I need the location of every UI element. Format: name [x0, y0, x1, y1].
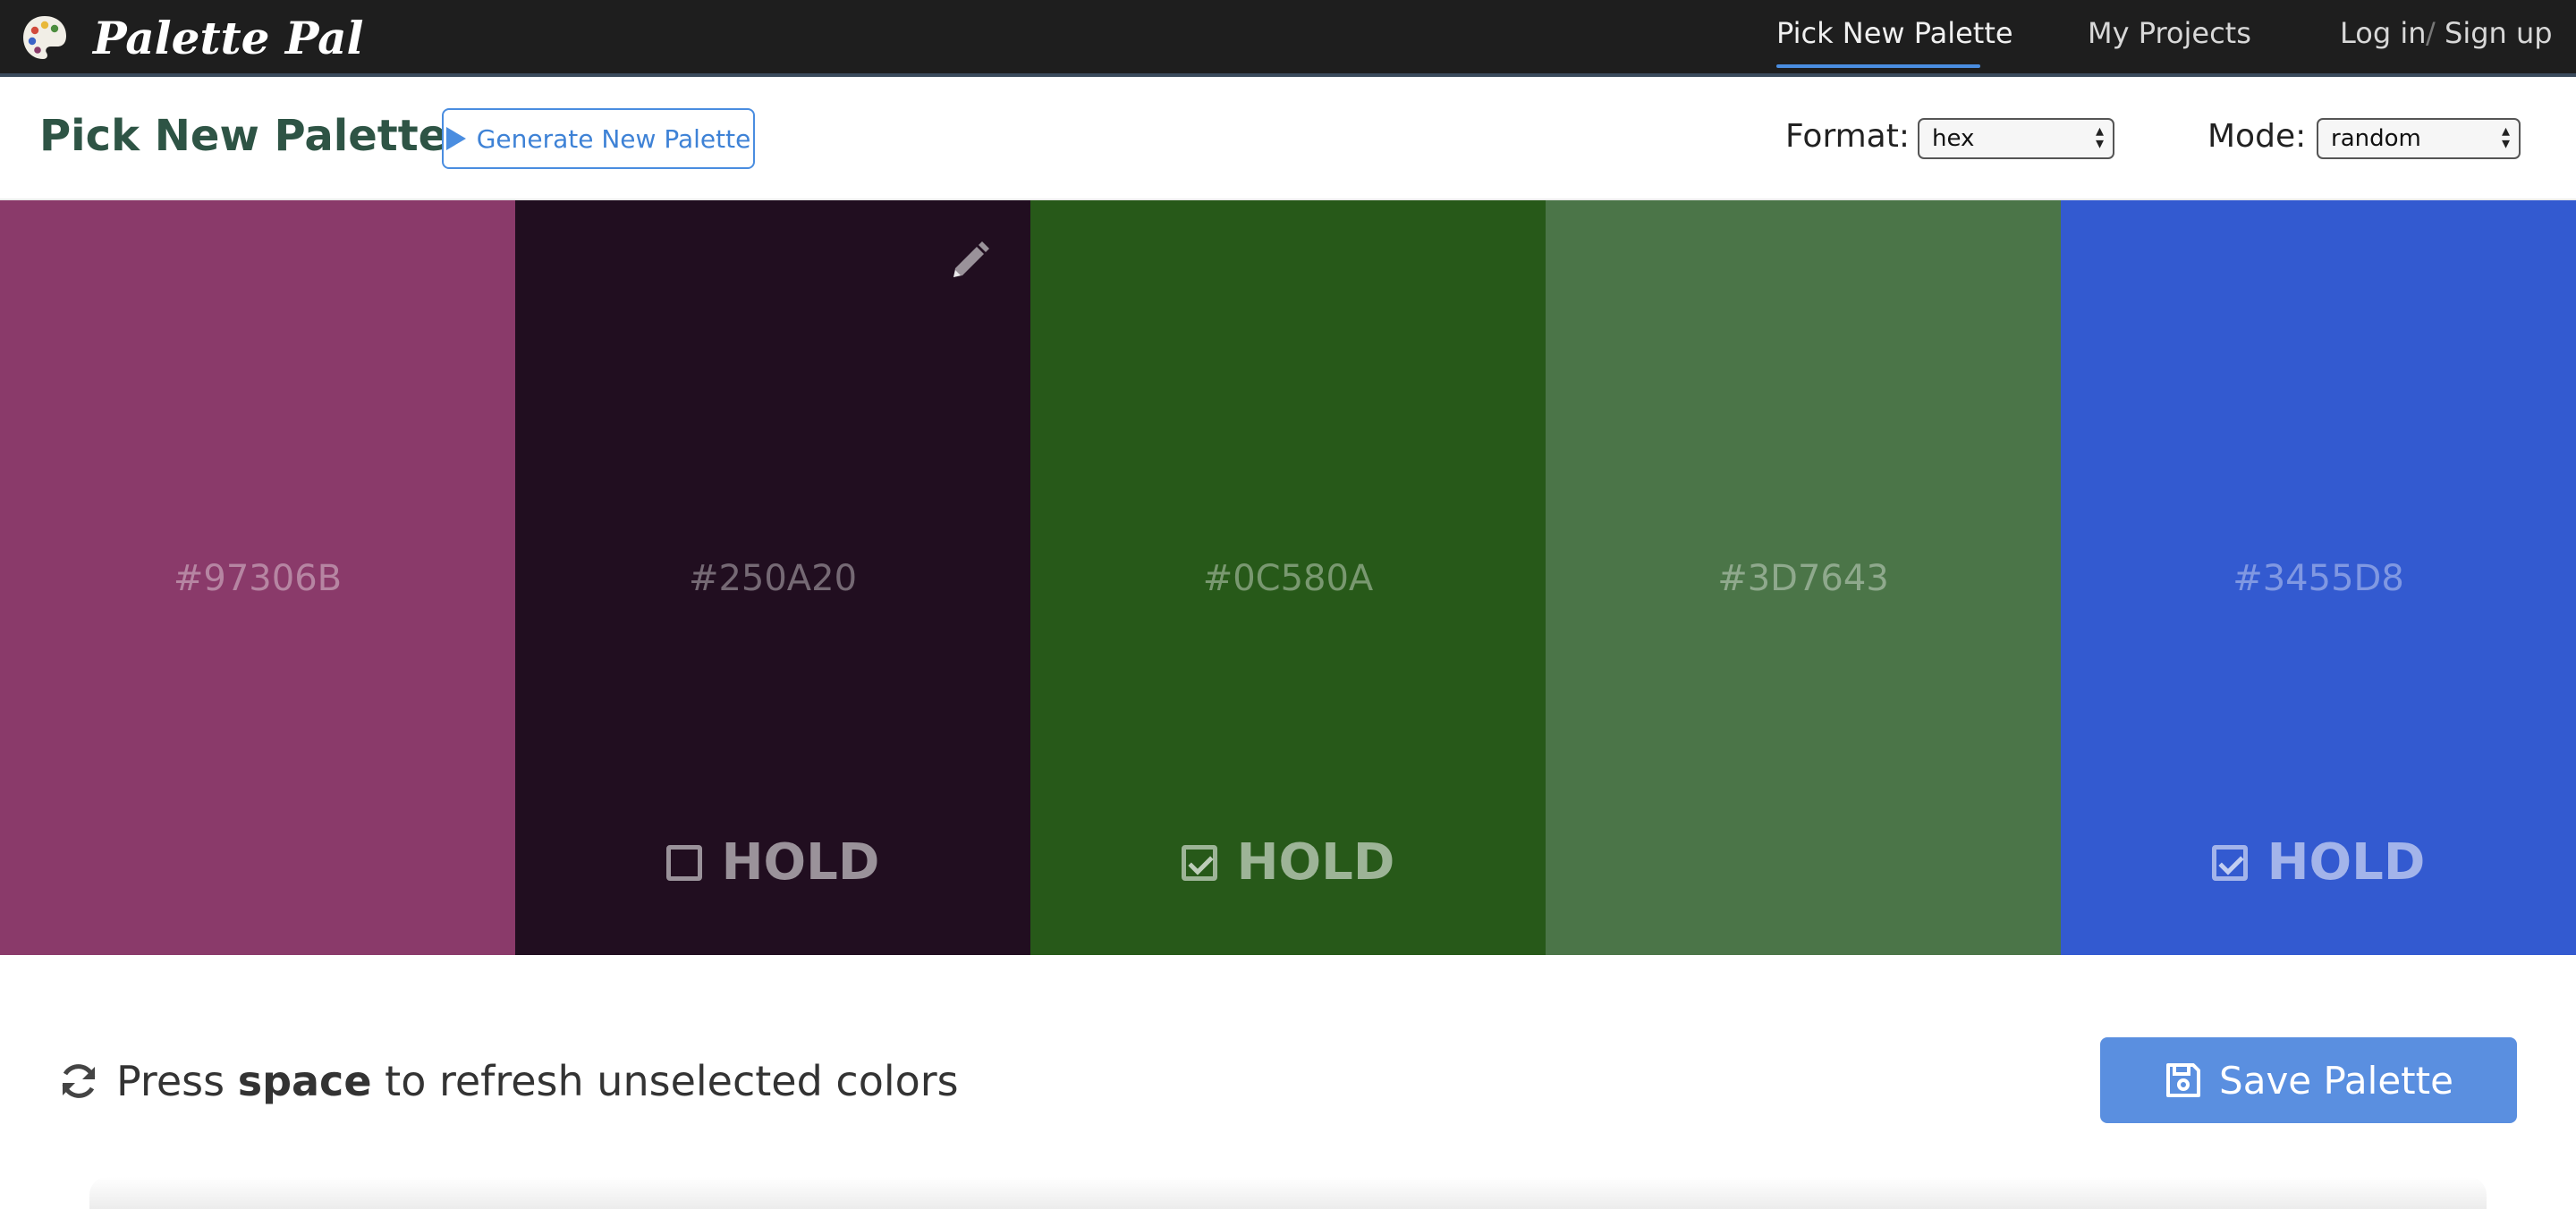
nav-separator: / — [2426, 16, 2436, 50]
refresh-icon — [62, 1064, 96, 1098]
hold-label: HOLD — [1236, 833, 1395, 892]
hold-toggle[interactable]: HOLD — [1030, 833, 1546, 892]
generate-palette-label: Generate New Palette — [476, 123, 751, 154]
nav-my-projects[interactable]: My Projects — [2088, 16, 2251, 50]
generate-palette-button[interactable]: Generate New Palette — [442, 108, 755, 169]
mode-select-value: random — [2331, 125, 2421, 152]
hold-label: HOLD — [2267, 833, 2426, 892]
pencil-icon[interactable] — [946, 238, 993, 284]
swatch-hex[interactable]: #0C580A — [1030, 558, 1546, 599]
hint-key: space — [237, 1057, 372, 1105]
hold-toggle[interactable]: HOLD — [515, 833, 1030, 892]
brand-name: Palette Pal — [93, 11, 364, 64]
palette-icon — [23, 16, 66, 59]
swatch-1[interactable]: #97306B — [0, 200, 515, 955]
nav-pick-new-palette[interactable]: Pick New Palette — [1776, 16, 2013, 50]
nav-active-indicator — [1776, 64, 1980, 68]
nav-login[interactable]: Log in — [2340, 16, 2427, 50]
mode-select[interactable]: random ▴ ▾ — [2317, 118, 2521, 159]
swatch-hex[interactable]: #3D7643 — [1546, 558, 2061, 599]
palette-swatches: #97306B #250A20 HOLD #0C580A HOLD #3D764… — [0, 199, 2576, 955]
format-select[interactable]: hex ▴ ▾ — [1918, 118, 2114, 159]
top-navbar: Palette Pal Pick New Palette My Projects… — [0, 0, 2576, 77]
swatch-4[interactable]: #3D7643 — [1546, 200, 2061, 955]
hold-label: HOLD — [721, 833, 880, 892]
save-palette-label: Save Palette — [2219, 1058, 2453, 1103]
checkbox-checked-icon[interactable] — [2211, 844, 2248, 881]
save-palette-button[interactable]: Save Palette — [2100, 1037, 2517, 1123]
swatch-5[interactable]: #3455D8 HOLD — [2061, 200, 2576, 955]
checkbox-checked-icon[interactable] — [1181, 844, 1217, 881]
swatch-hex[interactable]: #97306B — [0, 558, 515, 599]
page-title: Pick New Palette — [39, 111, 448, 161]
select-arrows-icon: ▴ ▾ — [2501, 122, 2510, 153]
swatch-hex[interactable]: #250A20 — [515, 558, 1030, 599]
refresh-hint: Press space to refresh unselected colors — [57, 1057, 959, 1105]
hint-prefix: Press — [116, 1057, 225, 1105]
play-icon — [445, 127, 466, 150]
swatch-2[interactable]: #250A20 HOLD — [515, 200, 1030, 955]
brand[interactable]: Palette Pal — [20, 11, 364, 64]
floppy-disk-icon — [2166, 1063, 2201, 1097]
nav-signup[interactable]: Sign up — [2445, 16, 2553, 50]
mode-label: Mode: — [2207, 118, 2307, 155]
format-select-value: hex — [1932, 125, 1975, 152]
checkbox-unchecked-icon[interactable] — [665, 844, 702, 881]
swatch-hex[interactable]: #3455D8 — [2061, 558, 2576, 599]
hold-toggle[interactable]: HOLD — [2061, 833, 2576, 892]
card-edge — [89, 1177, 2487, 1209]
format-label: Format: — [1785, 118, 1910, 155]
hint-suffix: to refresh unselected colors — [385, 1057, 959, 1105]
select-arrows-icon: ▴ ▾ — [2095, 122, 2104, 153]
swatch-3[interactable]: #0C580A HOLD — [1030, 200, 1546, 955]
